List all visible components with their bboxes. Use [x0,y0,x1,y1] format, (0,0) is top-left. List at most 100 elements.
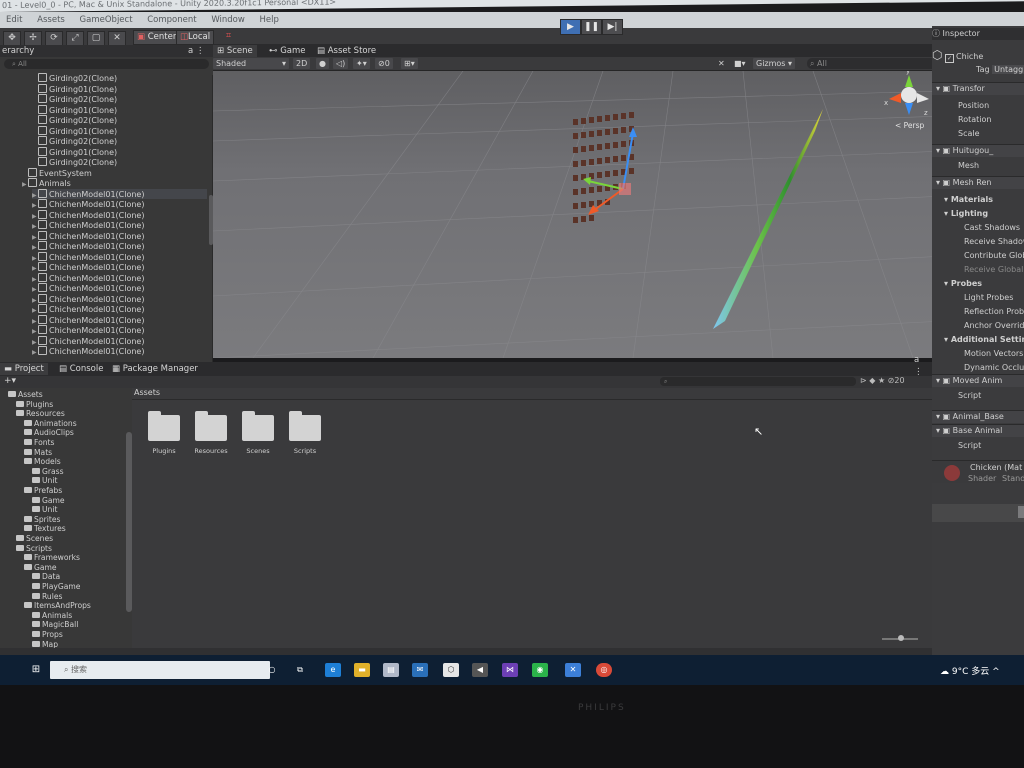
hierarchy-item[interactable]: ▶ ChichenModel01(Clone) [32,283,207,293]
scene-viewport[interactable]: y x z < Persp [213,71,945,358]
inspector-subfield[interactable]: Light Probes [932,292,1024,304]
hierarchy-search[interactable]: ⌕ All [4,59,209,69]
project-tree-item[interactable]: Prefabs [24,486,62,496]
step-button[interactable]: ▶| [602,19,623,35]
hierarchy-item[interactable]: ▶ ChichenModel01(Clone) [32,199,207,209]
project-tree-item[interactable]: PlayGame [32,582,80,592]
gizmos-dropdown[interactable]: Gizmos ▾ [753,58,796,69]
inspector-subfield[interactable]: Reflection Probe [932,306,1024,318]
tab-game[interactable]: ⊷ Game [265,45,310,57]
hierarchy-item[interactable]: ▶ Animals [22,178,207,188]
hierarchy-item[interactable]: Girding02(Clone) [32,73,207,83]
hierarchy-item[interactable]: Girding01(Clone) [32,104,207,115]
lighting-toggle[interactable]: ● [316,58,329,69]
inspector-header[interactable]: ▾ ▣ Mesh Ren [932,176,1024,189]
project-tree-item[interactable]: Resources [16,409,65,419]
inspector-subfield[interactable]: Contribute Glob [932,250,1024,262]
tab-console[interactable]: ▤ Console [55,363,107,375]
inspector-object-name[interactable]: Chiche [956,52,983,61]
hierarchy-item[interactable]: Girding01(Clone) [32,83,207,94]
pivot-center-button[interactable]: ▣ Center [133,30,181,45]
project-tree-item[interactable]: Models [24,457,61,467]
play-button[interactable]: ▶ [560,19,581,35]
hierarchy-item[interactable]: Girding02(Clone) [32,136,207,146]
inspector-section[interactable]: ▾ Additional Setting [932,334,1024,346]
pivot-local-button[interactable]: ◫Local [176,30,215,45]
hierarchy-item[interactable]: ▶ ChichenModel01(Clone) [32,209,207,220]
tab-asset-store[interactable]: ▤ Asset Store [313,45,380,57]
project-tree-item[interactable]: AudioClips [24,428,74,438]
project-tree-item[interactable]: Fonts [24,438,55,448]
hierarchy-item[interactable]: ▶ ChichenModel01(Clone) [32,241,207,251]
asset-folder[interactable] [242,411,274,441]
hierarchy-item[interactable]: ▶ ChichenModel01(Clone) [32,188,207,199]
project-tree-item[interactable]: Mats [24,448,52,458]
project-tree-item[interactable]: Unit [32,505,57,515]
tab-package-manager[interactable]: ▦ Package Manager [108,363,202,375]
tag-dropdown[interactable]: Untagg [992,65,1024,74]
inspector-section[interactable]: ▾ Probes [932,278,1024,290]
project-tree-item[interactable]: MagicBall [32,620,78,630]
hierarchy-item[interactable]: Girding01(Clone) [32,125,207,136]
unity-icon[interactable]: ◀ [472,663,488,677]
hierarchy-item[interactable]: ▶ ChichenModel01(Clone) [32,335,207,346]
task-view-icon[interactable]: ⧉ [292,663,308,677]
hierarchy-item[interactable]: EventSystem [22,167,207,178]
fold-arrow-icon[interactable]: ▾ [944,335,951,344]
inspector-header[interactable]: ▾ ▣ Animal_Base [932,410,1024,423]
edge-icon[interactable]: e [325,663,341,677]
hierarchy-item[interactable]: Girding02(Clone) [32,157,207,167]
project-tree-item[interactable]: Grass [32,467,64,477]
store-icon[interactable]: ▤ [383,663,399,677]
assets-breadcrumb[interactable]: Assets [134,388,160,397]
menu-assets[interactable]: Assets [37,15,65,25]
project-tree-item[interactable]: Assets [8,390,43,400]
hand-tool-button[interactable]: ✥ [3,31,21,46]
shader-dropdown[interactable]: Stand [1002,473,1024,484]
inspector-field[interactable]: Script [932,390,1024,402]
project-tree-item[interactable]: Animations [24,419,77,429]
inspector-subfield[interactable]: Cast Shadows [932,222,1024,234]
camera-dropdown[interactable]: ■▾ [731,58,749,69]
project-tree-item[interactable]: Props [32,630,63,640]
project-tree-item[interactable]: Map [32,640,58,648]
inspector-header[interactable]: ▾ ▣ Huitugou_ [932,144,1024,157]
create-button[interactable]: +▾ [4,376,16,386]
chrome-icon[interactable]: ◎ [596,663,612,677]
asset-folder[interactable] [195,411,227,441]
hierarchy-item[interactable]: ▶ ChichenModel01(Clone) [32,251,207,262]
inspector-subfield[interactable]: Motion Vectors [932,348,1024,360]
tab-scene[interactable]: ⊞ Scene [213,45,257,57]
inspector-field[interactable]: Mesh [932,160,1024,172]
hierarchy-item[interactable]: Girding02(Clone) [32,115,207,125]
hierarchy-item[interactable]: ▶ ChichenModel01(Clone) [32,262,207,272]
menu-help[interactable]: Help [260,15,279,25]
grid-dropdown[interactable]: ⊞▾ [401,58,418,69]
project-tree-item[interactable]: Data [32,572,60,582]
hierarchy-item[interactable]: ▶ ChichenModel01(Clone) [32,220,207,230]
move-tool-button[interactable]: ✢ [24,31,42,46]
hierarchy-item[interactable]: ▶ ChichenModel01(Clone) [32,272,207,283]
hierarchy-item[interactable]: ▶ ChichenModel01(Clone) [32,325,207,335]
toggle-2d-button[interactable]: 2D [293,58,311,69]
menu-edit[interactable]: Edit [6,15,22,25]
cortana-icon[interactable]: ○ [264,663,280,677]
visual-studio-icon[interactable]: ⋈ [502,663,518,677]
menu-component[interactable]: Component [147,15,196,25]
rotate-tool-button[interactable]: ⟳ [45,31,63,46]
project-tree-item[interactable]: Scripts [16,544,52,554]
grid-snap-icon[interactable]: ⌗ [226,31,231,41]
hierarchy-item[interactable]: ▶ ChichenModel01(Clone) [32,314,207,325]
windows-start-icon[interactable]: ⊞ [28,663,44,677]
asset-folder[interactable] [289,411,321,441]
project-tree-item[interactable]: Plugins [16,400,53,410]
file-explorer-icon[interactable]: ▬ [354,663,370,677]
project-tree-item[interactable]: Rules [32,592,63,602]
asset-folder[interactable] [148,411,180,441]
project-tree-item[interactable]: Game [24,563,57,573]
hierarchy-item[interactable]: Girding02(Clone) [32,94,207,104]
tools-icon[interactable]: ✕ [715,58,728,69]
inspector-field[interactable]: Script [932,440,1024,452]
lock-icon[interactable]: a ⋮ [188,45,204,57]
project-tree-item[interactable]: Sprites [24,515,60,525]
